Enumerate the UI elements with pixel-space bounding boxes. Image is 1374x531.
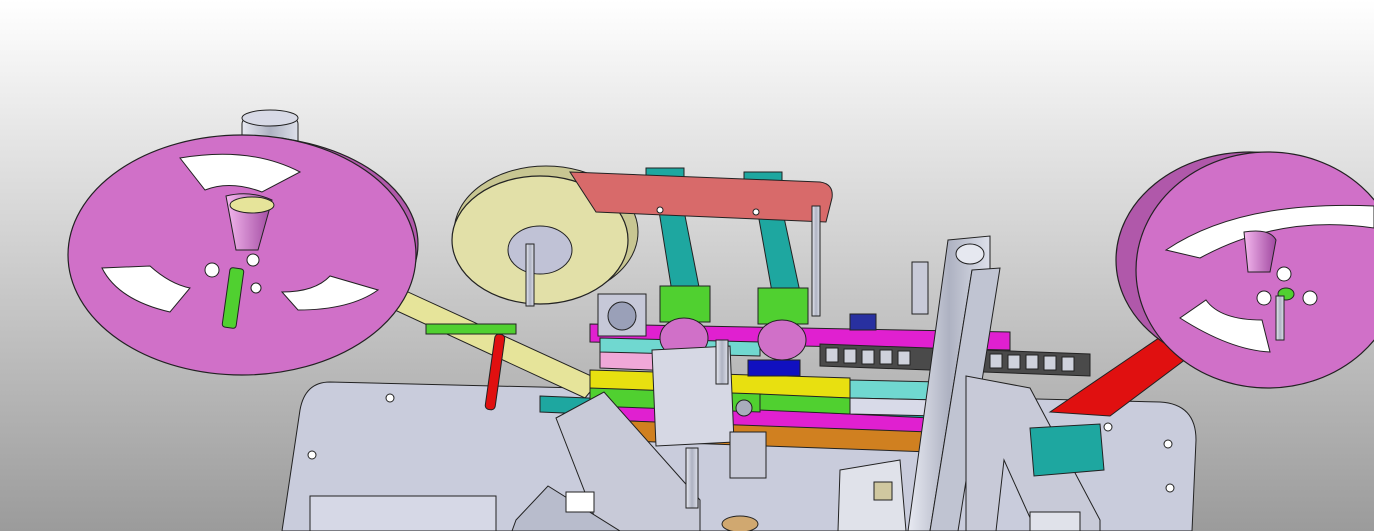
cad-viewport: [0, 0, 1374, 531]
tape-reel-machine-model: [0, 0, 1374, 531]
